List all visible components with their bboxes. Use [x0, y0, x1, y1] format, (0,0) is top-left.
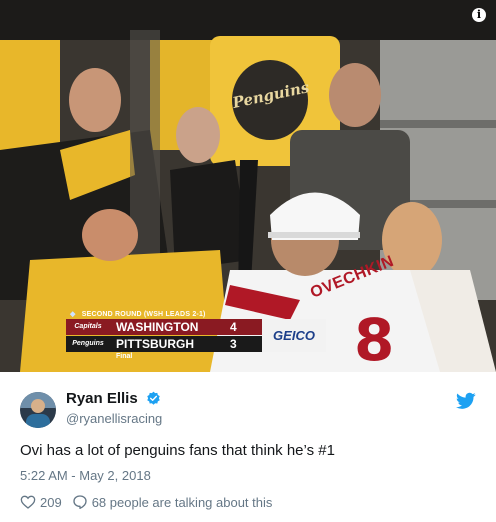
penguins-logo: Penguins — [72, 340, 104, 347]
like-count: 209 — [40, 494, 62, 510]
tweet-media[interactable]: i OVECHKIN 8 ◆ SECOND ROUND (WSH LEADS 2… — [0, 0, 496, 372]
team-name: WASHINGTON — [116, 320, 199, 334]
display-name[interactable]: Ryan Ellis — [66, 390, 138, 407]
twitter-bird-icon[interactable] — [456, 392, 476, 410]
verified-badge-icon — [147, 391, 160, 406]
jersey-number: 8 — [354, 306, 395, 372]
tweet-card: Ryan Ellis @ryanellisracing Ovi has a lo… — [0, 372, 496, 522]
tweet-actions: 209 68 people are talking about this — [20, 494, 272, 510]
nbc-peacock-icon: ◆ — [70, 311, 76, 318]
team-name: PITTSBURGH — [116, 337, 194, 351]
series-status: SECOND ROUND (WSH LEADS 2-1) — [81, 311, 206, 318]
timestamp[interactable]: 5:22 AM - May 2, 2018 — [20, 468, 151, 483]
author-name-row: Ryan Ellis — [66, 390, 161, 408]
heart-icon[interactable] — [20, 494, 36, 510]
tweet-text: Ovi has a lot of penguins fans that thin… — [20, 442, 335, 459]
speech-bubble-icon[interactable] — [72, 494, 88, 510]
sponsor-logo: GEICO — [262, 319, 326, 352]
info-icon[interactable]: i — [472, 8, 486, 22]
avatar[interactable] — [20, 392, 56, 428]
scorebug-team-row: Capitals WASHINGTON 4 — [66, 319, 262, 335]
team-score: 3 — [230, 337, 237, 351]
conversation-count[interactable]: 68 people are talking about this — [92, 495, 273, 510]
game-status: Final — [116, 353, 133, 360]
team-score: 4 — [230, 320, 237, 334]
scorebug-team-row: Penguins PITTSBURGH 3 — [66, 336, 262, 352]
handle[interactable]: @ryanellisracing — [66, 411, 162, 426]
capitals-logo: Capitals — [74, 323, 102, 330]
scorebug: Capitals WASHINGTON 4 Penguins PITTSBURG… — [66, 318, 326, 360]
